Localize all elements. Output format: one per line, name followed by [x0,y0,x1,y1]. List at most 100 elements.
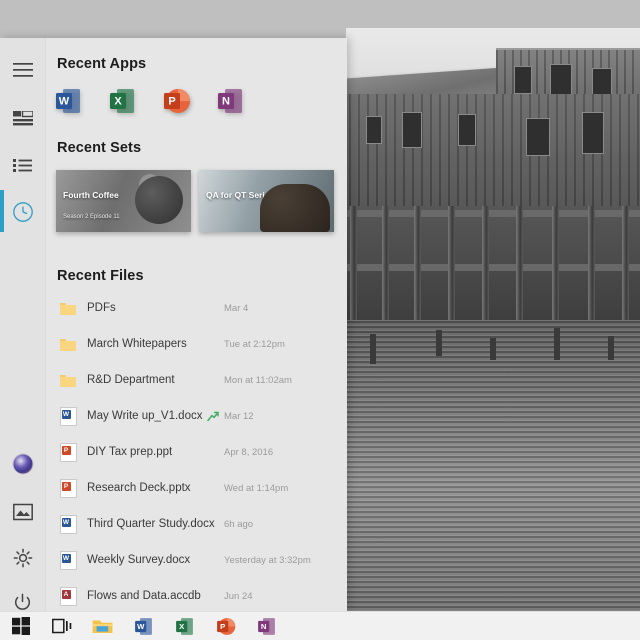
start-menu-rail [0,38,46,612]
recent-file-name: Third Quarter Study.docx [87,518,215,530]
power-icon [13,593,32,612]
recent-file-row[interactable]: PDFs Mar 4 [45,290,347,326]
menu-icon [13,63,33,77]
svg-text:X: X [179,622,185,631]
sidebar-item-menu[interactable] [0,48,45,92]
powerpoint-file-icon: P [60,443,77,462]
taskbar: WXPN [0,611,640,640]
recent-apps-row: WXPN [53,86,245,116]
file-icon-wrap [57,302,79,315]
file-icon-wrap: A [57,587,79,606]
recent-files-heading: Recent Files [57,268,144,284]
recent-file-name: DIY Tax prep.ppt [87,446,172,458]
recent-file-date: Apr 8, 2016 [224,447,273,458]
sets-icon [13,111,33,126]
word-taskbar-icon[interactable]: W [123,612,164,640]
excel-app-icon[interactable]: X [107,86,137,116]
word-file-icon: W [60,515,77,534]
recent-file-row[interactable]: W Weekly Survey.docx Yesterday at 3:32pm [45,542,347,578]
folder-icon [60,338,76,351]
recent-file-name: May Write up_V1.docx [87,410,202,422]
sidebar-item-timeline[interactable] [0,190,45,234]
svg-text:P: P [168,96,175,108]
recent-set-subtitle: Season 2 Episode 11 [63,214,120,220]
word-file-icon: W [60,551,77,570]
sidebar-item-settings[interactable] [0,536,45,580]
task-view-button[interactable] [41,612,82,640]
file-icon-wrap: P [57,479,79,498]
list-icon [13,159,32,174]
file-explorer-button[interactable] [82,612,123,640]
recent-file-date: 6h ago [224,519,253,530]
svg-text:N: N [222,96,230,108]
recent-apps-heading: Recent Apps [57,56,146,72]
recent-file-date: Mon at 11:02am [224,375,292,386]
recent-file-row[interactable]: W Third Quarter Study.docx 6h ago [45,506,347,542]
sidebar-item-list[interactable] [0,144,45,188]
clock-icon [12,201,34,223]
recent-set-title: QA for QT Series [206,190,274,200]
trending-up-icon [207,411,219,422]
sidebar-item-sets[interactable] [0,96,45,140]
recent-file-row[interactable]: P DIY Tax prep.ppt Apr 8, 2016 [45,434,347,470]
file-icon-wrap: W [57,407,79,426]
access-file-icon: A [60,587,77,606]
recent-file-date: Mar 12 [224,411,254,422]
avatar [12,453,34,475]
svg-text:W: W [137,622,145,631]
recent-sets-heading: Recent Sets [57,140,141,156]
recent-file-row[interactable]: A Flows and Data.accdb Jun 24 [45,578,347,612]
svg-text:N: N [261,622,267,631]
sidebar-item-account[interactable] [0,442,45,486]
recent-file-date: Jun 24 [224,591,253,602]
photo-main-building [346,94,640,210]
file-icon-wrap: W [57,551,79,570]
photo-pilings [346,206,640,326]
recent-file-row[interactable]: P Research Deck.pptx Wed at 1:14pm [45,470,347,506]
recent-file-row[interactable]: R&D Department Mon at 11:02am [45,362,347,398]
recent-set-title: Fourth Coffee [63,190,119,200]
wallpaper-photo [346,28,640,612]
start-menu-content: Recent Apps W X P N Recent Sets Fourth Coff… [45,38,347,612]
recent-file-date: Yesterday at 3:32pm [224,555,311,566]
recent-file-date: Wed at 1:14pm [224,483,288,494]
gear-icon [13,548,33,568]
recent-sets-row: Fourth Coffee Season 2 Episode 11 QA for Q… [56,170,334,232]
onenote-app-icon[interactable]: N [215,86,245,116]
recent-file-name: March Whitepapers [87,338,187,350]
recent-file-row[interactable]: W May Write up_V1.docx Mar 12 [45,398,347,434]
folder-icon [60,374,76,387]
photo-water [346,320,640,612]
onenote-taskbar-icon[interactable]: N [246,612,287,640]
recent-set-card[interactable]: QA for QT Series [199,170,334,232]
start-menu-panel: Recent Apps W X P N Recent Sets Fourth Coff… [0,38,347,612]
recent-file-name: R&D Department [87,374,175,386]
recent-file-name: Flows and Data.accdb [87,590,201,602]
sidebar-item-pictures[interactable] [0,490,45,534]
file-icon-wrap: P [57,443,79,462]
start-button[interactable] [0,612,41,640]
powerpoint-app-icon[interactable]: P [161,86,191,116]
svg-text:W: W [59,96,70,108]
folder-icon [60,302,76,315]
powerpoint-taskbar-icon[interactable]: P [205,612,246,640]
recent-file-row[interactable]: March Whitepapers Tue at 2:12pm [45,326,347,362]
excel-taskbar-icon[interactable]: X [164,612,205,640]
svg-text:P: P [220,622,225,631]
recent-file-name: Research Deck.pptx [87,482,191,494]
recent-file-date: Mar 4 [224,303,248,314]
recent-file-date: Tue at 2:12pm [224,339,285,350]
recent-file-name: Weekly Survey.docx [87,554,190,566]
recent-file-name: PDFs [87,302,116,314]
file-icon-wrap [57,338,79,351]
svg-text:X: X [114,96,122,108]
desktop: Recent Apps W X P N Recent Sets Fourth Coff… [0,0,640,640]
file-icon-wrap [57,374,79,387]
word-app-icon[interactable]: W [53,86,83,116]
recent-set-card[interactable]: Fourth Coffee Season 2 Episode 11 [56,170,191,232]
powerpoint-file-icon: P [60,479,77,498]
word-file-icon: W [60,407,77,426]
recent-files-list: PDFs Mar 4 March Whitepapers Tue at 2:12pm R… [45,290,347,612]
file-icon-wrap: W [57,515,79,534]
pictures-icon [13,503,33,521]
